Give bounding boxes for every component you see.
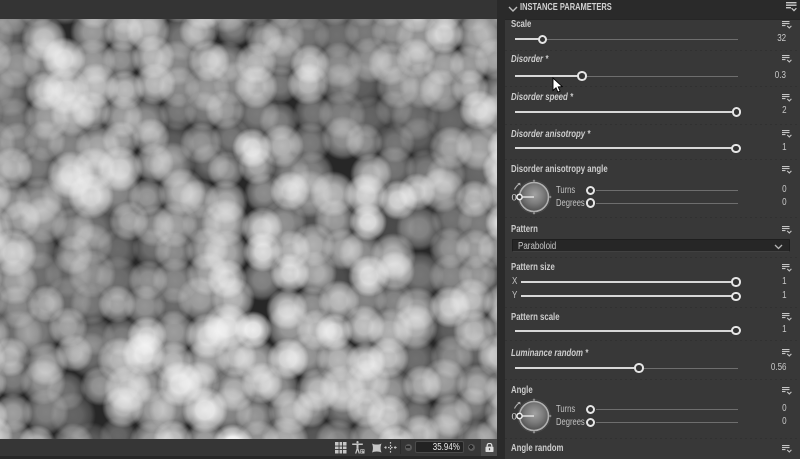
svg-text:0: 0: [511, 192, 516, 203]
svg-text:0: 0: [511, 411, 516, 422]
